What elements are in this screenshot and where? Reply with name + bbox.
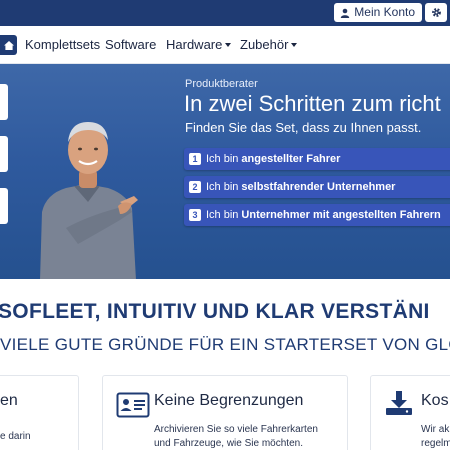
advisor-headline: In zwei Schritten zum richt xyxy=(184,91,441,116)
settings-button[interactable] xyxy=(425,3,447,22)
feature-card-title: en xyxy=(0,392,18,409)
feature-card-text-line-2: und Fahrzeuge, wie Sie möchten. xyxy=(154,438,303,449)
main-navigation: Komplettsets Software Hardware Zubehör xyxy=(0,26,450,64)
option-number-badge: 2 xyxy=(189,181,201,193)
side-input-1[interactable] xyxy=(0,84,8,120)
feature-card-title: Keine Begrenzungen xyxy=(154,392,304,409)
top-bar: Mein Konto xyxy=(0,0,450,26)
advisor-label: Produktberater xyxy=(185,78,258,90)
option-bold-text: selbstfahrender Unternehmer xyxy=(241,181,396,193)
chevron-down-icon xyxy=(225,43,232,47)
product-advisor-hero: Produktberater In zwei Schritten zum ric… xyxy=(0,64,450,279)
side-input-3[interactable] xyxy=(0,188,8,224)
nav-item-zubehoer[interactable]: Zubehör xyxy=(240,37,298,52)
my-account-button[interactable]: Mein Konto xyxy=(334,3,422,22)
feature-card-title: Kos xyxy=(421,392,449,409)
feature-card-text-line-2: e darin xyxy=(0,431,31,442)
option-bold-text: angestellter Fahrer xyxy=(241,153,341,165)
option-prefix: Ich bin xyxy=(206,209,239,221)
option-number-badge: 3 xyxy=(189,209,201,221)
id-card-icon xyxy=(116,392,150,418)
advisor-option-employed-driver[interactable]: 1 Ich bin angestellter Fahrer xyxy=(184,148,450,170)
section-subtitle: VIELE GUTE GRÜNDE FÜR EIN STARTERSET VON… xyxy=(0,335,450,354)
option-prefix: Ich bin xyxy=(206,181,239,193)
option-number-badge: 1 xyxy=(189,153,201,165)
section-title: SOFLEET, INTUITIV UND KLAR VERSTÄNI xyxy=(0,300,430,323)
home-icon xyxy=(3,40,14,50)
advisor-subline: Finden Sie das Set, dass zu Ihnen passt. xyxy=(185,120,422,135)
feature-card-text-line-2: regelm xyxy=(421,438,450,449)
download-icon xyxy=(386,391,412,415)
advisor-option-self-driving-owner[interactable]: 2 Ich bin selbstfahrender Unternehmer xyxy=(184,176,450,198)
nav-item-hardware[interactable]: Hardware xyxy=(166,37,232,52)
nav-item-komplettsets[interactable]: Komplettsets xyxy=(25,37,100,52)
nav-item-hardware-label: Hardware xyxy=(166,37,223,52)
home-button[interactable] xyxy=(0,35,17,55)
nav-item-zubehoer-label: Zubehör xyxy=(240,37,289,52)
chevron-down-icon xyxy=(291,43,298,47)
my-account-label: Mein Konto xyxy=(354,5,415,19)
pointing-man-image xyxy=(40,122,138,279)
feature-card-text-line-1: Archivieren Sie so viele Fahrerkarten xyxy=(154,424,318,435)
side-input-2[interactable] xyxy=(0,136,8,172)
option-prefix: Ich bin xyxy=(206,153,239,165)
user-icon xyxy=(341,8,350,18)
feature-card-keine-begrenzungen: Keine Begrenzungen Archivieren Sie so vi… xyxy=(102,375,348,450)
gear-icon xyxy=(431,8,441,17)
feature-card-kosten: Kos Wir ak regelm xyxy=(370,375,450,450)
feature-card-text-line-1: Wir ak xyxy=(421,424,450,435)
advisor-option-owner-with-drivers[interactable]: 3 Ich bin Unternehmer mit angestellten F… xyxy=(184,204,450,226)
nav-item-software[interactable]: Software xyxy=(105,37,156,52)
option-bold-text: Unternehmer mit angestellten Fahrern xyxy=(241,209,441,221)
feature-card-1: en e darin xyxy=(0,375,79,450)
